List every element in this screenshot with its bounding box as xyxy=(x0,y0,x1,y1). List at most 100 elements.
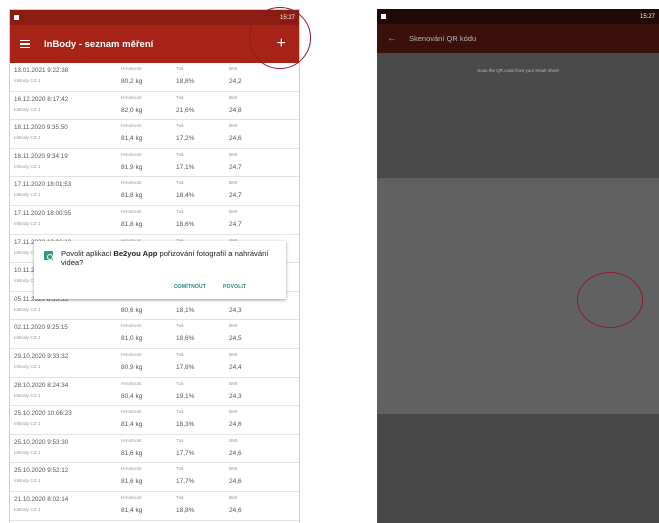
weight-label: Hmotnost xyxy=(121,124,142,130)
allow-button[interactable]: POVOLIT xyxy=(223,284,246,290)
measurement-row[interactable]: 25.10.2020 10:06:23 InBody CZ 1 Hmotnost 81… xyxy=(10,406,299,435)
camera-icon xyxy=(44,251,53,260)
weight-label: Hmotnost xyxy=(121,209,142,215)
measurement-date: 25.10.2020 10:06:23 xyxy=(14,410,72,418)
measurement-row[interactable]: 02.11.2020 9:25:15 InBody CZ 1 Hmotnost 81,… xyxy=(10,320,299,349)
device-name: InBody CZ 1 xyxy=(14,221,41,227)
fat-label: Tuk xyxy=(176,124,184,130)
fat-value: 18,1% xyxy=(176,306,195,314)
measurement-row[interactable]: 16.12.2020 8:17:42 InBody CZ 1 Hmotnost 82,… xyxy=(10,92,299,121)
message-prefix: Povolit aplikaci xyxy=(61,249,114,258)
fat-value: 17,1% xyxy=(176,163,195,171)
fat-value: 17,2% xyxy=(176,135,195,143)
fat-label: Tuk xyxy=(176,67,184,72)
measurement-row[interactable]: 13.01.2021 9:22:38 InBody CZ 1 Hmotnost 80,… xyxy=(10,63,299,92)
bmi-label: BMI xyxy=(229,124,238,130)
measurement-date: 18.11.2020 9:34:19 xyxy=(14,152,68,160)
camera-overlay-bottom xyxy=(377,414,659,523)
bmi-value: 24,8 xyxy=(229,106,242,114)
annotation-circle-add xyxy=(249,7,311,69)
fat-value: 18,8% xyxy=(176,78,195,85)
bmi-label: BMI xyxy=(229,381,238,387)
weight-label: Hmotnost xyxy=(121,324,142,330)
measurement-date: 29.10.2020 9:33:32 xyxy=(14,352,69,360)
bmi-value: 24,3 xyxy=(229,392,242,400)
page-title: Skenování QR kódu xyxy=(409,34,477,43)
bmi-label: BMI xyxy=(229,67,238,72)
bmi-value: 24,6 xyxy=(229,506,242,514)
weight-value: 81,8 kg xyxy=(121,220,143,228)
bmi-label: BMI xyxy=(229,438,238,444)
measurement-date: 17.11.2020 18:00:55 xyxy=(14,209,72,217)
measurement-date: 25.10.2020 9:53:30 xyxy=(14,438,69,446)
bmi-value: 24,7 xyxy=(229,192,242,200)
weight-value: 80,9 kg xyxy=(121,363,143,371)
weight-label: Hmotnost xyxy=(121,467,142,473)
bmi-value: 24,3 xyxy=(229,306,242,314)
bmi-value: 24,4 xyxy=(229,363,242,371)
device-name: InBody CZ 1 xyxy=(14,107,41,113)
fat-label: Tuk xyxy=(176,495,184,501)
weight-label: Hmotnost xyxy=(121,152,142,158)
fat-label: Tuk xyxy=(176,438,184,444)
device-name: InBody CZ 1 xyxy=(14,479,41,485)
weight-value: 81,4 kg xyxy=(121,506,143,514)
fat-label: Tuk xyxy=(176,152,184,158)
device-name: InBody CZ 1 xyxy=(14,193,41,199)
weight-label: Hmotnost xyxy=(121,438,142,444)
bmi-label: BMI xyxy=(229,181,238,187)
fat-label: Tuk xyxy=(176,467,184,473)
fat-value: 17,8% xyxy=(176,363,195,371)
bmi-value: 24,6 xyxy=(229,478,242,486)
weight-label: Hmotnost xyxy=(121,410,142,416)
measurement-date: 21.10.2020 8:02:14 xyxy=(14,495,69,503)
fat-value: 18,6% xyxy=(176,335,195,343)
weight-value: 80,2 kg xyxy=(121,78,143,85)
weight-label: Hmotnost xyxy=(121,67,142,72)
measurement-row[interactable]: 25.10.2020 9:53:30 InBody CZ 1 Hmotnost 81,… xyxy=(10,435,299,464)
measurement-row[interactable]: 18.11.2020 9:35:50 InBody CZ 1 Hmotnost 81,… xyxy=(10,120,299,149)
back-arrow-icon[interactable]: ← xyxy=(387,33,397,44)
weight-label: Hmotnost xyxy=(121,181,142,187)
bmi-label: BMI xyxy=(229,152,238,158)
fat-value: 17,7% xyxy=(176,449,195,457)
measurement-date: 25.10.2020 9:52:12 xyxy=(14,467,69,475)
bmi-value: 24,6 xyxy=(229,449,242,457)
notification-icon xyxy=(14,15,19,20)
measurement-row[interactable]: 28.10.2020 8:24:34 InBody CZ 1 Hmotnost 80,… xyxy=(10,378,299,407)
notification-icon xyxy=(381,14,386,19)
measurement-row[interactable]: 29.10.2020 9:33:32 InBody CZ 1 Hmotnost 80,… xyxy=(10,349,299,378)
measurement-row[interactable]: 18.11.2020 9:34:19 InBody CZ 1 Hmotnost 81,… xyxy=(10,149,299,178)
bmi-value: 24,2 xyxy=(229,78,242,85)
weight-label: Hmotnost xyxy=(121,95,142,101)
measurement-row[interactable]: 25.10.2020 9:52:12 InBody CZ 1 Hmotnost 81,… xyxy=(10,463,299,492)
fat-label: Tuk xyxy=(176,381,184,387)
weight-value: 82,0 kg xyxy=(121,106,143,114)
fat-value: 18,4% xyxy=(176,192,195,200)
fat-label: Tuk xyxy=(176,410,184,416)
measurement-row[interactable]: 17.11.2020 18:00:55 InBody CZ 1 Hmotnost 81… xyxy=(10,206,299,235)
permission-dialog: Povolit aplikaci Be2you App pořizování f… xyxy=(34,241,286,299)
fat-value: 17,7% xyxy=(176,478,195,486)
fat-label: Tuk xyxy=(176,209,184,215)
weight-value: 80,4 kg xyxy=(121,392,143,400)
menu-icon[interactable] xyxy=(20,40,30,48)
bmi-label: BMI xyxy=(229,209,238,215)
measurement-row[interactable]: 21.10.2020 8:02:14 InBody CZ 1 Hmotnost 81,… xyxy=(10,492,299,521)
fat-value: 21,6% xyxy=(176,106,195,114)
deny-button[interactable]: ODMÍTNOUT xyxy=(174,284,206,290)
status-time: 15:27 xyxy=(639,13,655,20)
bmi-label: BMI xyxy=(229,410,238,416)
weight-label: Hmotnost xyxy=(121,381,142,387)
app-bar: ← Skenování QR kódu xyxy=(377,24,659,53)
measurement-date: 28.10.2020 8:24:34 xyxy=(14,381,69,389)
device-name: InBody CZ 1 xyxy=(14,422,41,428)
measurement-row[interactable]: 17.11.2020 18:01:53 InBody CZ 1 Hmotnost 81… xyxy=(10,177,299,206)
device-name: InBody CZ 1 xyxy=(14,164,41,170)
bmi-value: 24,7 xyxy=(229,163,242,171)
fat-label: Tuk xyxy=(176,181,184,187)
device-name: InBody CZ 1 xyxy=(14,79,41,84)
page-title: InBody - seznam měření xyxy=(44,38,154,50)
device-name: InBody CZ 1 xyxy=(14,393,41,399)
fat-label: Tuk xyxy=(176,352,184,358)
